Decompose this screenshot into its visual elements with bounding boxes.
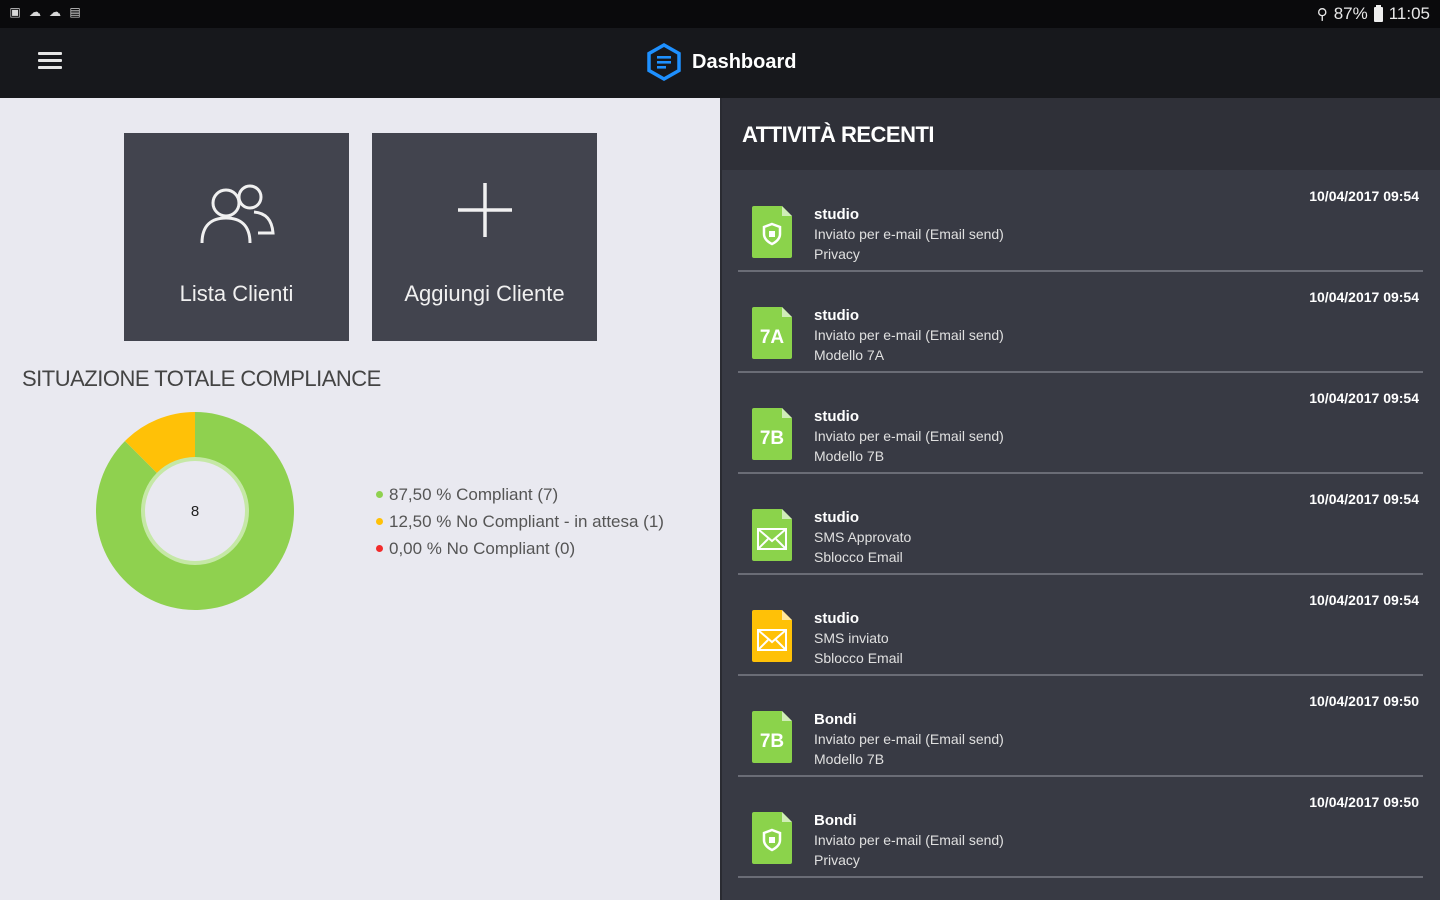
page-title: Dashboard [692,50,797,73]
tile-label: Lista Clienti [179,281,294,306]
activity-item[interactable]: 7A studio Inviato per e-mail (Email send) M… [738,271,1423,373]
app-logo-icon [647,43,681,81]
legend-item: 12,50 % No Compliant - in attesa (1) [376,508,664,535]
legend-text: 87,50 % Compliant (7) [389,484,559,504]
legend-dot [376,518,383,525]
activity-action: SMS inviato [814,630,889,646]
legend-dot [376,491,383,498]
activity-client-name: studio [814,307,859,324]
activity-document: Modello 7B [814,751,885,767]
activity-date: 10/04/2017 09:54 [1309,390,1419,406]
legend-item: 87,50 % Compliant (7) [376,481,664,508]
activity-action: Inviato per e-mail (Email send) [814,832,1004,848]
bag-icon: ▤ [69,5,81,19]
doc-code: 7B [760,428,784,449]
aggiungi-cliente-button[interactable]: Aggiungi Cliente [372,133,597,341]
plus-icon [458,183,512,237]
activity-document: Privacy [814,246,860,262]
activity-document: Privacy [814,852,860,868]
cloud-icon: ☁ [49,5,61,19]
activity-action: SMS Approvato [814,529,912,545]
recent-activity-panel: ATTIVITÀ RECENTI studio Inviato per e-mai… [720,98,1440,900]
activity-item[interactable]: studio Inviato per e-mail (Email send) Pri… [738,170,1423,272]
activity-client-name: studio [814,408,859,425]
clock: 11:05 [1388,4,1430,23]
legend-dot [376,545,383,552]
status-right: ⚲ 87% 11:05 [1317,4,1430,24]
activity-client-name: Bondi [814,812,857,829]
mail-doc-icon [752,610,792,662]
legend-item: 0,00 % No Compliant (0) [376,535,664,562]
activity-client-name: studio [814,206,859,223]
doc-code: 7B [760,731,784,752]
notification-icon: ▣ [9,5,21,19]
activity-date: 10/04/2017 09:54 [1309,289,1419,305]
activity-item[interactable]: 7B studio Inviato per e-mail (Email send) M… [738,372,1423,474]
users-icon [200,184,275,244]
recent-activity-header: ATTIVITÀ RECENTI [722,98,1440,170]
legend-text: 0,00 % No Compliant (0) [389,538,576,558]
recent-activity-title: ATTIVITÀ RECENTI [742,122,935,147]
battery-icon [1373,4,1383,22]
model-doc-icon: 7B [752,408,792,460]
privacy-doc-icon [752,812,792,864]
app-bar: Dashboard [0,28,1440,98]
activity-client-name: Bondi [814,711,857,728]
activity-date: 10/04/2017 09:54 [1309,188,1419,204]
activity-action: Inviato per e-mail (Email send) [814,226,1004,242]
doc-code: 7A [760,327,785,348]
activity-date: 10/04/2017 09:50 [1309,794,1419,810]
app-title-group: Dashboard [646,43,796,81]
compliance-legend: 87,50 % Compliant (7) 12,50 % No Complia… [376,481,664,562]
activity-item[interactable]: studio SMS inviato Sblocco Email 10/04/2017… [738,574,1423,676]
lista-clienti-button[interactable]: Lista Clienti [124,133,349,341]
activity-date: 10/04/2017 09:54 [1309,491,1419,507]
activity-client-name: studio [814,509,859,526]
activity-item[interactable]: 7B Bondi Inviato per e-mail (Email send) Mo… [738,675,1423,777]
status-bar: ▣ ☁ ☁ ▤ ⚲ 87% 11:05 [0,0,1440,28]
tile-label: Aggiungi Cliente [404,281,565,306]
compliance-title: SITUAZIONE TOTALE COMPLIANCE [22,366,381,391]
donut-center-value: 8 [191,503,199,520]
panel-divider [720,98,722,900]
activity-document: Modello 7B [814,448,885,464]
activity-document: Modello 7A [814,347,885,363]
compliance-donut-chart: 8 [96,412,294,610]
hamburger-menu-icon[interactable] [38,52,62,72]
left-panel: Lista Clienti Aggiungi Cliente SITUAZION… [0,98,720,900]
activity-action: Inviato per e-mail (Email send) [814,327,1004,343]
activity-document: Sblocco Email [814,549,903,565]
cloud-icon: ☁ [29,5,41,19]
model-doc-icon: 7B [752,711,792,763]
activity-client-name: studio [814,610,859,627]
notification-icons: ▣ ☁ ☁ ▤ [8,5,82,19]
activity-date: 10/04/2017 09:50 [1309,693,1419,709]
activity-document: Sblocco Email [814,650,903,666]
legend-text: 12,50 % No Compliant - in attesa (1) [389,511,664,531]
mail-doc-icon [752,509,792,561]
privacy-doc-icon [752,206,792,258]
battery-percent: 87% [1333,4,1368,23]
activity-item[interactable]: Bondi Inviato per e-mail (Email send) Priv… [738,776,1423,878]
activity-action: Inviato per e-mail (Email send) [814,731,1004,747]
activity-action: Inviato per e-mail (Email send) [814,428,1004,444]
activity-date: 10/04/2017 09:54 [1309,592,1419,608]
model-doc-icon: 7A [752,307,792,359]
signal-icon: ⚲ [1316,6,1328,23]
activity-item[interactable]: studio SMS Approvato Sblocco Email 10/04/20… [738,473,1423,575]
